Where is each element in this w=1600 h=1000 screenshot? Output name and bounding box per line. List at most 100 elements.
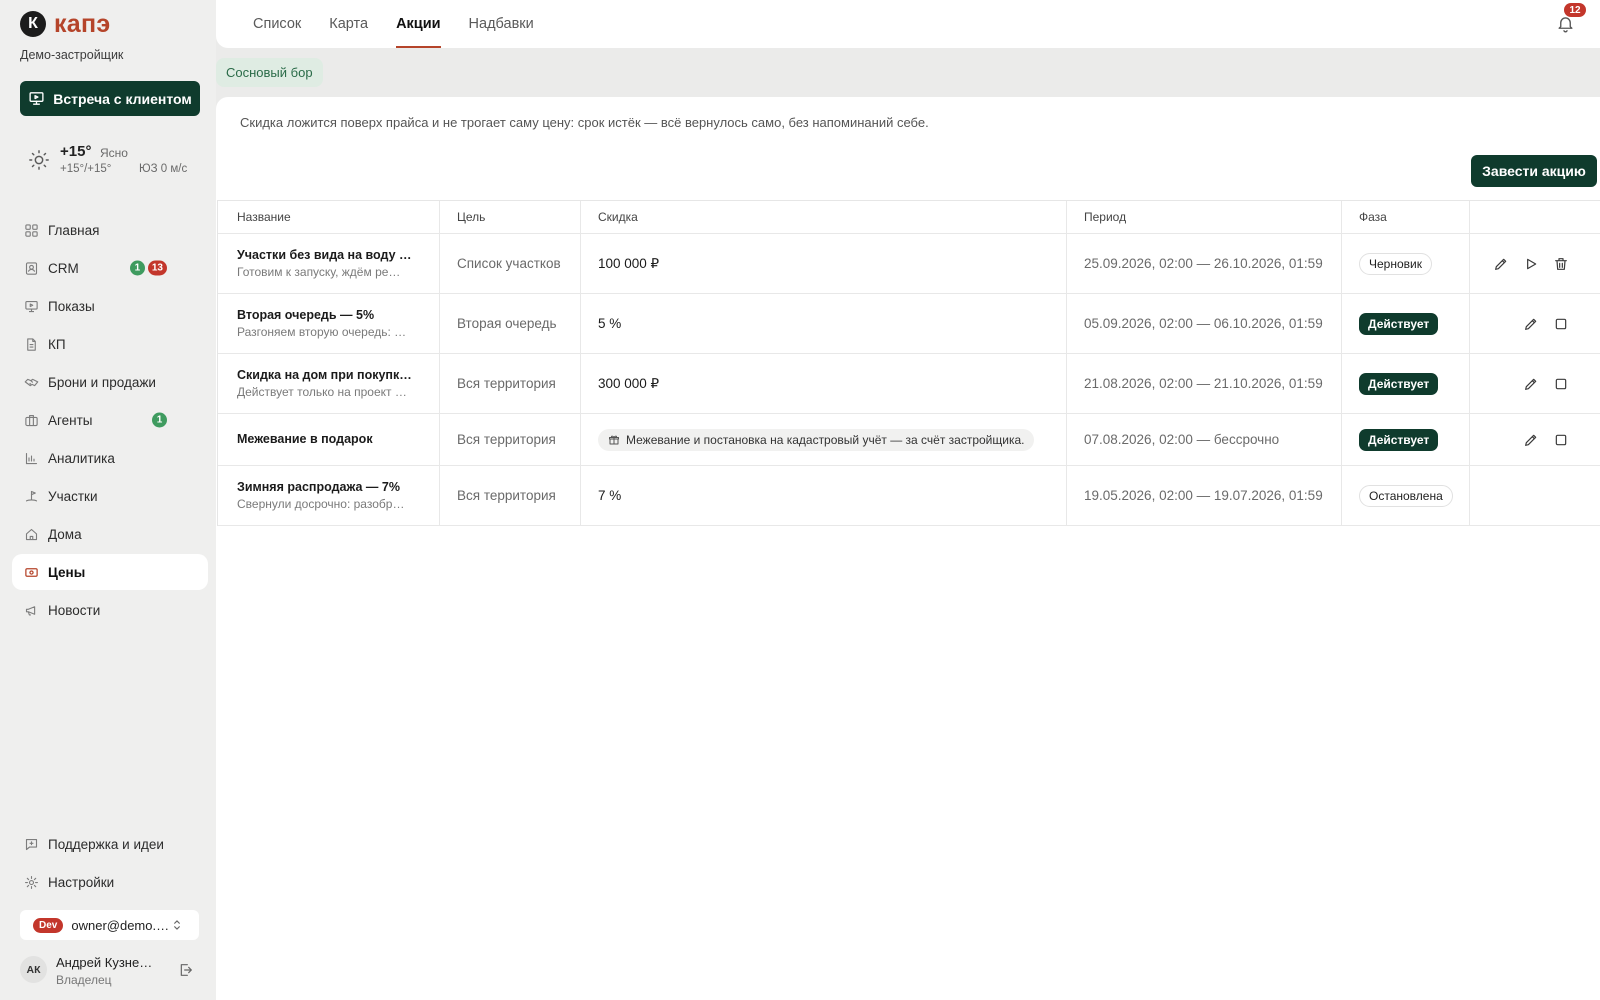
cell-phase: Черновик: [1342, 234, 1470, 294]
promotion-discount: 7 %: [598, 488, 622, 503]
promotion-discount: 300 000 ₽: [598, 375, 660, 391]
sun-icon: [28, 149, 50, 171]
status-badge: Остановлена: [1359, 484, 1453, 507]
sidebar: К капэ Демо-застройщик Встреча с клиенто…: [0, 0, 216, 1000]
promotion-target: Вся территория: [457, 488, 556, 503]
status-badge: Черновик: [1359, 252, 1432, 275]
promotion-name: Участки без вида на воду …: [237, 248, 412, 262]
top-bar: Список Карта Акции Надбавки 12: [216, 0, 1600, 48]
status-badge: Действует: [1359, 428, 1439, 451]
column-header-phase[interactable]: Фаза: [1342, 201, 1470, 234]
user-name: Андрей Кузне…: [56, 955, 153, 970]
project-filter-chip[interactable]: Сосновый бор: [216, 58, 323, 87]
stop-icon[interactable]: [1553, 376, 1569, 392]
table-row[interactable]: Участки без вида на воду … Готовим к зап…: [218, 234, 1600, 294]
sidebar-item-settings[interactable]: Настройки: [12, 863, 208, 901]
sidebar-item-prices[interactable]: Цены: [12, 554, 208, 590]
cell-discount: 300 000 ₽: [581, 354, 1067, 414]
delete-icon[interactable]: [1553, 256, 1569, 272]
gift-icon: [608, 434, 620, 446]
sidebar-item-houses[interactable]: Дома: [12, 515, 208, 553]
client-meeting-label: Встреча с клиентом: [53, 90, 192, 107]
sidebar-item-home[interactable]: Главная: [12, 211, 208, 249]
cell-actions: [1470, 414, 1600, 466]
user-role: Владелец: [56, 973, 112, 987]
cell-target: Вся территория: [440, 466, 581, 526]
sidebar-item-label: Поддержка и идеи: [48, 836, 164, 852]
sidebar-item-bookings[interactable]: Брони и продажи: [12, 363, 208, 401]
table-row[interactable]: Вторая очередь — 5% Разгоняем вторую оче…: [218, 294, 1600, 354]
tab-surcharges[interactable]: Надбавки: [469, 0, 534, 48]
logout-icon[interactable]: [178, 962, 194, 978]
cell-name: Зимняя распродажа — 7% Свернули досрочно…: [218, 466, 440, 526]
presentation-icon: [24, 299, 39, 314]
promotion-period: 05.09.2026, 02:00 — 06.10.2026, 01:59: [1084, 316, 1323, 331]
sidebar-item-showings[interactable]: Показы: [12, 287, 208, 325]
sidebar-item-label: CRM: [48, 260, 79, 276]
sidebar-item-news[interactable]: Новости: [12, 591, 208, 629]
environment-selector[interactable]: Dev owner@demo.…: [20, 910, 199, 940]
column-header-discount[interactable]: Скидка: [581, 201, 1067, 234]
gift-discount-chip: Межевание и постановка на кадастровый уч…: [598, 428, 1035, 451]
sidebar-item-label: Цены: [48, 564, 86, 580]
promotion-discount: 100 000 ₽: [598, 255, 660, 271]
table-row[interactable]: Межевание в подарок Вся территория Межев…: [218, 414, 1600, 466]
edit-icon[interactable]: [1493, 256, 1509, 272]
tab-map[interactable]: Карта: [329, 0, 368, 48]
column-header-target[interactable]: Цель: [440, 201, 581, 234]
sidebar-item-label: Аналитика: [48, 450, 115, 466]
promotion-name: Межевание в подарок: [237, 432, 373, 446]
sidebar-item-label: КП: [48, 336, 66, 352]
count-badge: 1: [152, 412, 167, 428]
contacts-icon: [24, 261, 39, 276]
stop-icon[interactable]: [1553, 432, 1569, 448]
sidebar-item-offers[interactable]: КП: [12, 325, 208, 363]
table-row[interactable]: Зимняя распродажа — 7% Свернули досрочно…: [218, 466, 1600, 526]
promotion-period: 25.09.2026, 02:00 — 26.10.2026, 01:59: [1084, 256, 1323, 271]
promotion-period: 19.05.2026, 02:00 — 19.07.2026, 01:59: [1084, 488, 1323, 503]
edit-icon[interactable]: [1523, 316, 1539, 332]
create-promotion-button[interactable]: Завести акцию: [1471, 155, 1597, 187]
tab-promotions[interactable]: Акции: [396, 0, 442, 48]
sidebar-item-label: Дома: [48, 526, 82, 542]
sidebar-item-analytics[interactable]: Аналитика: [12, 439, 208, 477]
sidebar-item-crm[interactable]: CRM 1 13: [12, 249, 208, 287]
cell-period: 21.08.2026, 02:00 — 21.10.2026, 01:59: [1067, 354, 1342, 414]
column-header-period[interactable]: Период: [1067, 201, 1342, 234]
brand-logo[interactable]: К капэ: [20, 11, 111, 37]
promotion-note: Действует только на проект …: [237, 385, 407, 399]
logo-text: капэ: [54, 10, 111, 38]
edit-icon[interactable]: [1523, 376, 1539, 392]
house-icon: [24, 527, 39, 542]
table-row[interactable]: Скидка на дом при покупк… Действует толь…: [218, 354, 1600, 414]
sidebar-item-support[interactable]: Поддержка и идеи: [12, 825, 208, 863]
cell-name: Скидка на дом при покупк… Действует толь…: [218, 354, 440, 414]
gear-icon: [24, 875, 39, 890]
cell-name: Участки без вида на воду … Готовим к зап…: [218, 234, 440, 294]
cell-target: Вся территория: [440, 354, 581, 414]
chevron-up-down-icon: [170, 918, 184, 932]
column-header-name[interactable]: Название: [218, 201, 440, 234]
promotion-name: Вторая очередь — 5%: [237, 308, 375, 322]
count-badge: 1: [129, 260, 145, 276]
promotions-table: Название Цель Скидка Период Фаза Участки…: [217, 200, 1600, 526]
promotion-discount: Межевание и постановка на кадастровый уч…: [626, 432, 1025, 447]
tab-list[interactable]: Список: [253, 0, 301, 48]
promotion-target: Список участков: [457, 256, 561, 271]
cell-name: Вторая очередь — 5% Разгоняем вторую оче…: [218, 294, 440, 354]
promotion-target: Вторая очередь: [457, 316, 557, 331]
play-icon[interactable]: [1523, 256, 1539, 272]
weather-condition: Ясно: [100, 146, 128, 160]
promotion-note: Свернули досрочно: разобр…: [237, 497, 405, 511]
stop-icon[interactable]: [1553, 316, 1569, 332]
cell-discount: 7 %: [581, 466, 1067, 526]
sidebar-item-agents[interactable]: Агенты 1: [12, 401, 208, 439]
cell-phase: Действует: [1342, 354, 1470, 414]
organization-name: Демо-застройщик: [20, 48, 124, 62]
avatar[interactable]: АК: [20, 956, 47, 983]
user-profile: АК Андрей Кузне… Владелец: [20, 955, 200, 987]
bar-chart-icon: [24, 451, 39, 466]
edit-icon[interactable]: [1523, 432, 1539, 448]
sidebar-item-plots[interactable]: Участки: [12, 477, 208, 515]
client-meeting-button[interactable]: Встреча с клиентом: [20, 81, 200, 116]
